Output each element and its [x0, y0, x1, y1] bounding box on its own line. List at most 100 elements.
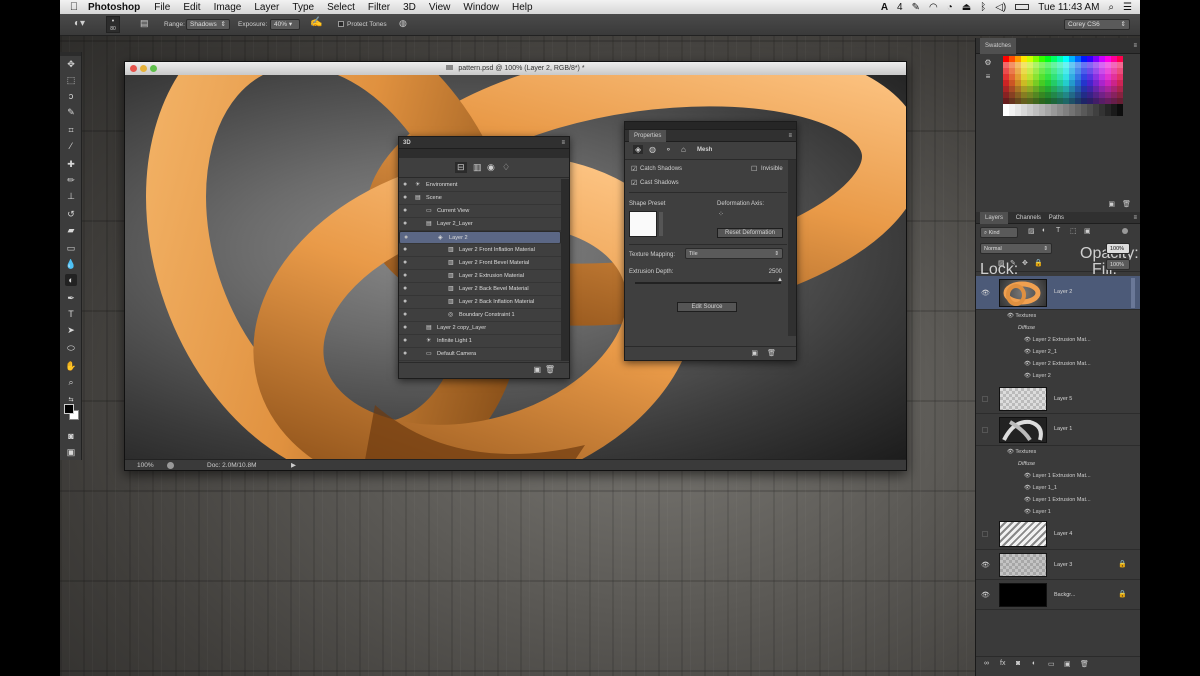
eyedropper-tool-icon[interactable]: ⁄ — [65, 140, 77, 152]
status-menu-icon[interactable] — [167, 462, 174, 469]
visibility-eye-icon[interactable]: ● — [403, 322, 407, 334]
pixel-filter-icon[interactable]: ▨ — [1028, 227, 1035, 235]
spotlight-icon[interactable]: ⌕ — [1108, 2, 1114, 13]
texture-item[interactable]: 👁 Layer 1 Extrusion Mat... — [976, 494, 1140, 506]
layer-row-layer-2[interactable]: 👁 Layer 2 — [976, 276, 1140, 310]
clock[interactable]: Tue 11:43 AM — [1038, 2, 1099, 13]
texture-item[interactable]: 👁 Layer 2 — [976, 370, 1140, 382]
layer-name[interactable]: Layer 3 — [1054, 562, 1072, 568]
delete-swatch-icon[interactable]: 🗑 — [1122, 200, 1131, 208]
eject-icon[interactable]: ⏏ — [962, 2, 971, 13]
3d-tree-row[interactable]: ● ▥ Layer 2 Back Inflation Material — [399, 296, 561, 309]
layer-name[interactable]: Layer 5 — [1054, 396, 1072, 402]
smart-object-filter-icon[interactable]: ▣ — [1084, 227, 1091, 235]
type-tool-icon[interactable]: T — [65, 308, 77, 320]
panel-menu-icon[interactable]: ≡ — [1133, 38, 1137, 54]
visibility-eye-icon[interactable]: ● — [403, 335, 407, 347]
brush-tool-icon[interactable]: ✏ — [65, 174, 77, 186]
app-menu[interactable]: Photoshop — [88, 2, 140, 13]
opacity-input[interactable]: 100% — [1106, 243, 1130, 254]
visibility-eye-icon[interactable]: ● — [403, 244, 407, 256]
new-swatch-icon[interactable]: ▣ — [1108, 200, 1115, 208]
visibility-eye-icon[interactable]: ● — [403, 179, 407, 191]
hand-tool-icon[interactable]: ✋ — [65, 360, 77, 372]
edit-source-button[interactable]: Edit Source — [677, 302, 737, 312]
menu-select[interactable]: Select — [327, 2, 355, 13]
move-tool-icon[interactable]: ✥ — [65, 58, 77, 70]
properties-tab[interactable]: Properties — [629, 130, 667, 142]
3d-tree-row[interactable]: ● ▤ Scene — [399, 192, 561, 205]
dodge-tool-preset-icon[interactable]: ◐▾ — [74, 18, 85, 29]
blend-mode-select[interactable]: Normal ⇕ — [980, 243, 1052, 254]
blur-tool-icon[interactable]: 💧 — [65, 258, 77, 270]
invisible-checkbox[interactable]: ☐ — [751, 165, 757, 173]
lock-pixels-icon[interactable]: ✎ — [1010, 259, 1016, 267]
filter-toggle-icon[interactable] — [1122, 228, 1128, 234]
lock-position-icon[interactable]: ✥ — [1022, 259, 1028, 267]
new-layer-icon[interactable]: ▣ — [1064, 660, 1071, 668]
visibility-eye-icon[interactable]: ● — [403, 257, 407, 269]
adobe-icon[interactable]: A — [881, 2, 888, 13]
extrusion-depth-slider-handle[interactable]: ▲ — [777, 277, 783, 283]
lock-all-icon[interactable]: 🔒 — [1034, 259, 1043, 267]
type-filter-icon[interactable]: T — [1056, 227, 1060, 234]
cap-mode-icon[interactable]: ⚬ — [665, 145, 672, 154]
tools-icon[interactable]: ✎ — [912, 2, 920, 13]
delete-layer-icon[interactable]: 🗑 — [1080, 660, 1089, 668]
ellipse-tool-icon[interactable]: ⬭ — [65, 342, 77, 354]
screen-mode-icon[interactable]: ▣ — [65, 446, 77, 458]
paths-tab[interactable]: Paths — [1049, 215, 1064, 221]
zoom-level[interactable]: 100% — [137, 460, 154, 471]
extrusion-depth-slider[interactable] — [635, 282, 781, 284]
visibility-toggle[interactable] — [982, 427, 988, 433]
layer-row-layer-3[interactable]: 👁 Layer 3 🔒 — [976, 550, 1140, 580]
battery-icon[interactable] — [1015, 4, 1030, 10]
panel-menu-icon[interactable]: ≡ — [788, 130, 792, 142]
whole-scene-filter-icon[interactable]: ⊟ — [455, 162, 467, 173]
visibility-eye-icon[interactable]: ● — [403, 309, 407, 321]
delete-icon[interactable]: 🗑 — [767, 349, 776, 357]
range-select[interactable]: Shadows ⇕ — [186, 19, 230, 30]
volume-icon[interactable]: ◁) — [995, 2, 1006, 13]
texture-item[interactable]: 👁 Layer 1 — [976, 506, 1140, 518]
visibility-eye-icon[interactable]: ● — [404, 232, 408, 244]
3d-tree-row[interactable]: ● ☀ Infinite Light 1 — [399, 335, 561, 348]
add-mask-icon[interactable]: ◙ — [1016, 660, 1020, 667]
texture-item[interactable]: 👁 Layer 1 Extrusion Mat... — [976, 470, 1140, 482]
bluetooth-icon[interactable]: ᛒ — [980, 2, 986, 13]
3d-tree-row[interactable]: ● ▭ Current View — [399, 205, 561, 218]
menu-help[interactable]: Help — [512, 2, 533, 13]
new-group-icon[interactable]: ▭ — [1048, 660, 1055, 668]
menu-window[interactable]: Window — [463, 2, 499, 13]
visibility-eye-icon[interactable]: 👁 — [981, 561, 990, 569]
layer-1-thumbnail[interactable] — [999, 417, 1047, 443]
quick-mask-icon[interactable]: ◙ — [65, 430, 77, 442]
lasso-tool-icon[interactable]: ↄ — [65, 90, 77, 102]
healing-brush-tool-icon[interactable]: ✚ — [65, 158, 77, 170]
texture-item[interactable]: 👁 Layer 2 Extrusion Mat... — [976, 334, 1140, 346]
layer-row-layer-5[interactable]: Layer 5 — [976, 384, 1140, 414]
extrusion-depth-value[interactable]: 2500 — [769, 269, 782, 275]
meshes-filter-icon[interactable]: ▥ — [473, 162, 482, 173]
status-arrow-icon[interactable]: ▶ — [291, 460, 296, 471]
menu-edit[interactable]: Edit — [183, 2, 200, 13]
document-title-bar[interactable]: pattern.psd @ 100% (Layer 2, RGB/8*) * — [125, 62, 906, 75]
apple-icon[interactable]:  — [60, 1, 88, 13]
channels-tab[interactable]: Channels — [1016, 215, 1041, 221]
layer-style-icon[interactable]: fx — [1000, 660, 1005, 667]
visibility-eye-icon[interactable]: ● — [403, 192, 407, 204]
3d-tree-row[interactable]: ● ▥ Layer 2 Extrusion Material — [399, 270, 561, 283]
tablet-pressure-icon[interactable]: ◍ — [399, 18, 407, 29]
marquee-tool-icon[interactable]: ⬚ — [65, 74, 77, 86]
catch-shadows-checkbox[interactable]: ☑ — [631, 165, 637, 173]
time-machine-icon[interactable]: ◔ — [947, 2, 953, 13]
menu-view[interactable]: View — [429, 2, 451, 13]
layer-options-icon[interactable] — [1131, 278, 1135, 308]
swatch[interactable] — [1117, 110, 1123, 116]
deformation-axis-grid[interactable]: ⁘ — [718, 210, 724, 218]
toolbox-grip[interactable] — [60, 52, 81, 56]
3d-panel-tab[interactable]: 3D — [403, 140, 411, 146]
quick-select-tool-icon[interactable]: ✎ — [65, 106, 77, 118]
menu-3d[interactable]: 3D — [403, 2, 416, 13]
layer-4-thumbnail[interactable] — [999, 521, 1047, 547]
